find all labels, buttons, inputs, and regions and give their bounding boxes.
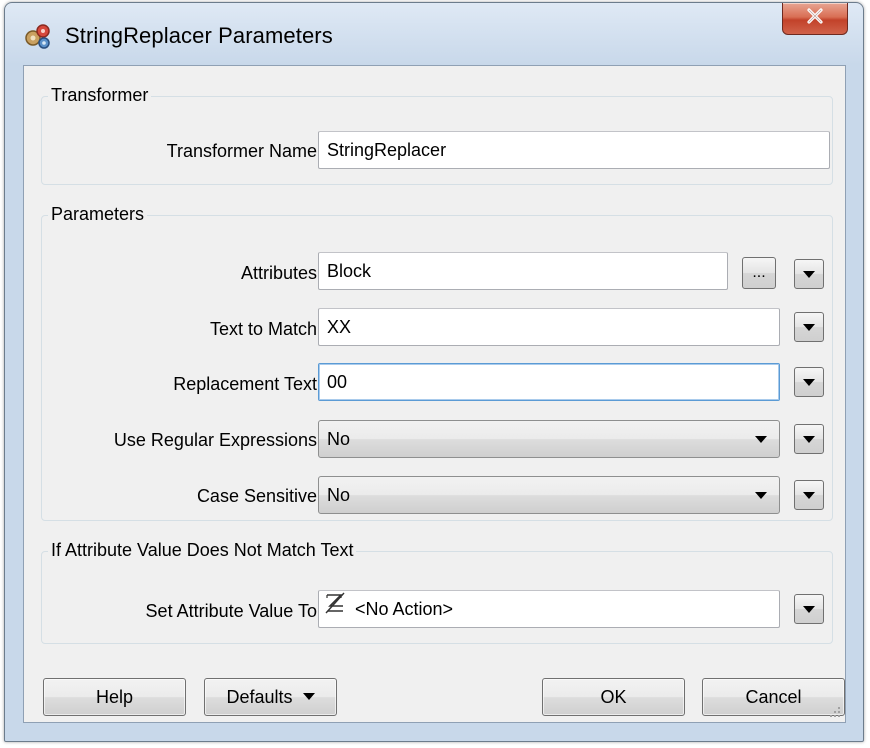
no-match-group-title: If Attribute Value Does Not Match Text — [48, 540, 357, 561]
triangle-down-icon — [803, 492, 815, 499]
text-to-match-label: Text to Match: — [209, 319, 322, 339]
triangle-down-icon — [803, 606, 815, 613]
transformer-name-input[interactable]: StringReplacer — [318, 131, 830, 169]
triangle-down-icon — [803, 271, 815, 278]
attributes-browse-button[interactable]: ... — [742, 257, 776, 289]
triangle-down-icon — [803, 379, 815, 386]
text-to-match-input[interactable]: XX — [318, 308, 780, 346]
text-to-match-menu-button[interactable] — [794, 312, 824, 342]
replacement-text-input[interactable]: 00 — [318, 363, 780, 401]
help-button[interactable]: Help — [43, 678, 186, 716]
chevron-down-icon — [755, 492, 767, 499]
use-regex-menu-button[interactable] — [794, 424, 824, 454]
triangle-down-icon — [803, 436, 815, 443]
resize-grip-icon[interactable] — [827, 704, 841, 718]
title-bar[interactable]: StringReplacer Parameters — [5, 3, 863, 67]
set-value-label: Set Attribute Value To: — [145, 601, 322, 621]
window-title: StringReplacer Parameters — [65, 23, 333, 48]
set-value-text: <No Action> — [355, 599, 454, 619]
case-sensitive-select[interactable]: No — [318, 476, 780, 514]
triangle-down-icon — [302, 692, 315, 700]
case-sensitive-menu-button[interactable] — [794, 480, 824, 510]
parameters-group: Parameters Attributes: Block ... Text to… — [41, 204, 833, 521]
use-regex-label: Use Regular Expressions: — [113, 430, 322, 450]
help-button-label: Help — [95, 687, 134, 707]
attributes-label: Attributes: — [240, 263, 322, 283]
ok-button[interactable]: OK — [542, 678, 685, 716]
set-value-menu-button[interactable] — [794, 594, 824, 624]
cancel-button-label: Cancel — [745, 687, 802, 707]
defaults-button-label: Defaults — [226, 687, 293, 707]
no-match-group: If Attribute Value Does Not Match Text S… — [41, 540, 833, 644]
parameters-group-title: Parameters — [48, 204, 148, 225]
transformer-group-title: Transformer — [48, 85, 152, 106]
no-action-icon — [325, 591, 345, 626]
transformer-name-label: Transformer Name: — [166, 141, 322, 161]
use-regex-select[interactable]: No — [318, 420, 780, 458]
defaults-button[interactable]: Defaults — [204, 678, 337, 716]
transformer-group: Transformer Transformer Name: StringRepl… — [41, 85, 833, 185]
case-sensitive-value: No — [327, 485, 351, 505]
close-icon — [806, 8, 824, 29]
cancel-button[interactable]: Cancel — [702, 678, 845, 716]
attributes-input[interactable]: Block — [318, 252, 728, 290]
triangle-down-icon — [803, 324, 815, 331]
set-value-input[interactable]: <No Action> — [318, 590, 780, 628]
ok-button-label: OK — [600, 687, 627, 707]
chevron-down-icon — [755, 436, 767, 443]
dialog-window: StringReplacer Parameters Transformer Tr… — [4, 2, 864, 742]
replacement-text-menu-button[interactable] — [794, 367, 824, 397]
case-sensitive-label: Case Sensitive: — [196, 486, 322, 506]
dialog-body: Transformer Transformer Name: StringRepl… — [23, 65, 846, 723]
replacement-text-label: Replacement Text: — [173, 374, 322, 394]
attributes-menu-button[interactable] — [794, 259, 824, 289]
gears-icon — [23, 21, 53, 51]
close-button[interactable] — [782, 3, 848, 35]
use-regex-value: No — [327, 429, 351, 449]
